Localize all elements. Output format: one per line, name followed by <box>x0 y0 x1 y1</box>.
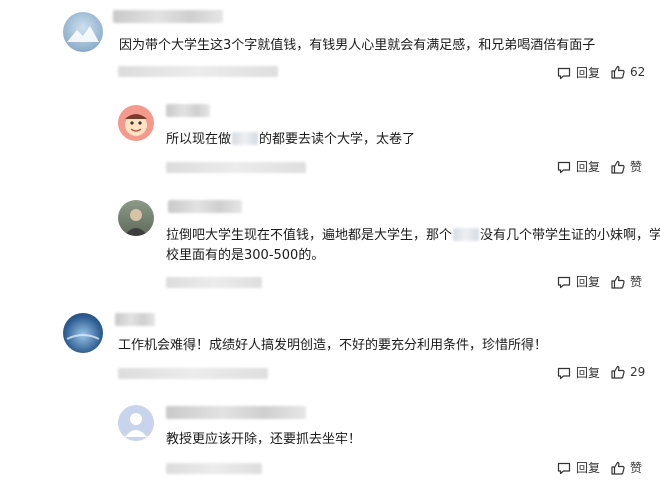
reply-button[interactable]: 回复 <box>556 158 600 175</box>
comment-meta-redacted <box>166 277 262 288</box>
avatar[interactable] <box>63 12 103 52</box>
comment-bubble-icon <box>557 161 571 173</box>
avatar-landscape-icon <box>67 26 99 42</box>
like-count: 赞 <box>630 461 643 475</box>
comment-bubble-icon <box>557 276 571 288</box>
reply-button[interactable]: 回复 <box>556 459 600 476</box>
person-photo-icon <box>124 209 148 236</box>
username-redacted[interactable] <box>166 104 210 117</box>
comment-bubble-icon <box>557 462 571 474</box>
redacted-word <box>232 132 259 145</box>
username-redacted[interactable] <box>113 10 223 23</box>
cartoon-face-icon <box>125 114 147 136</box>
like-button[interactable]: 赞 <box>610 158 642 175</box>
comment-meta-redacted <box>166 162 306 173</box>
reply-label: 回复 <box>576 66 601 80</box>
comment-meta-redacted <box>166 463 262 474</box>
reply-button[interactable]: 回复 <box>556 64 600 81</box>
like-count: 赞 <box>630 160 643 174</box>
reply-button[interactable]: 回复 <box>556 273 600 290</box>
avatar[interactable] <box>118 200 154 236</box>
username-redacted[interactable] <box>115 313 155 326</box>
reply-label: 回复 <box>576 461 601 475</box>
reply-button[interactable]: 回复 <box>556 364 600 381</box>
comment-text: 教授更应该开除，还要抓去坐牢！ <box>166 432 362 447</box>
thumbs-up-icon <box>611 275 625 289</box>
comment-text-part: 拉倒吧大学生现在不值钱，遍地都是大学生，那个 <box>166 228 453 243</box>
thumbs-up-icon <box>611 160 625 174</box>
like-button[interactable]: 赞 <box>610 459 642 476</box>
avatar[interactable] <box>118 105 154 141</box>
reply-label: 回复 <box>576 275 601 289</box>
comment-text-part: 的都要去读个大学，太卷了 <box>259 132 416 147</box>
reply-label: 回复 <box>576 160 601 174</box>
comment-meta-redacted <box>118 66 278 77</box>
comment-bubble-icon <box>557 67 571 79</box>
redacted-word <box>453 228 480 241</box>
thumbs-up-icon <box>611 365 625 379</box>
like-count: 62 <box>630 65 646 79</box>
username-redacted[interactable] <box>168 200 242 213</box>
like-button[interactable]: 62 <box>610 64 645 80</box>
comment-text-part: 没有几个带学生证的小妹啊，学 <box>480 228 660 243</box>
comment-text: 工作机会难得！成绩好人搞发明创造，不好的要充分利用条件，珍惜所得！ <box>118 338 548 353</box>
comment-meta-redacted <box>118 368 268 379</box>
username-redacted[interactable] <box>166 406 306 419</box>
avatar-earth-icon <box>66 334 100 340</box>
avatar[interactable] <box>63 313 103 353</box>
like-count: 29 <box>630 365 646 379</box>
comment-text-part: 所以现在做 <box>166 132 232 147</box>
avatar[interactable] <box>118 405 154 441</box>
like-count: 赞 <box>630 275 643 289</box>
thumbs-up-icon <box>611 461 625 475</box>
thumbs-up-icon <box>611 65 625 79</box>
like-button[interactable]: 赞 <box>610 273 642 290</box>
comment-text: 拉倒吧大学生现在不值钱，遍地都是大学生，那个 没有几个带学生证的小妹啊，学 <box>166 226 660 246</box>
like-button[interactable]: 29 <box>610 364 645 380</box>
comment-text: 所以现在做 的都要去读个大学，太卷了 <box>166 130 415 150</box>
default-user-icon <box>125 413 147 437</box>
comment-text-line2: 校里面有的是300-500的。 <box>166 248 325 263</box>
comment-text: 因为带个大学生这3个字就值钱，有钱男人心里就会有满足感，和兄弟喝酒倍有面子 <box>119 38 596 53</box>
reply-label: 回复 <box>576 366 601 380</box>
comment-bubble-icon <box>557 367 571 379</box>
